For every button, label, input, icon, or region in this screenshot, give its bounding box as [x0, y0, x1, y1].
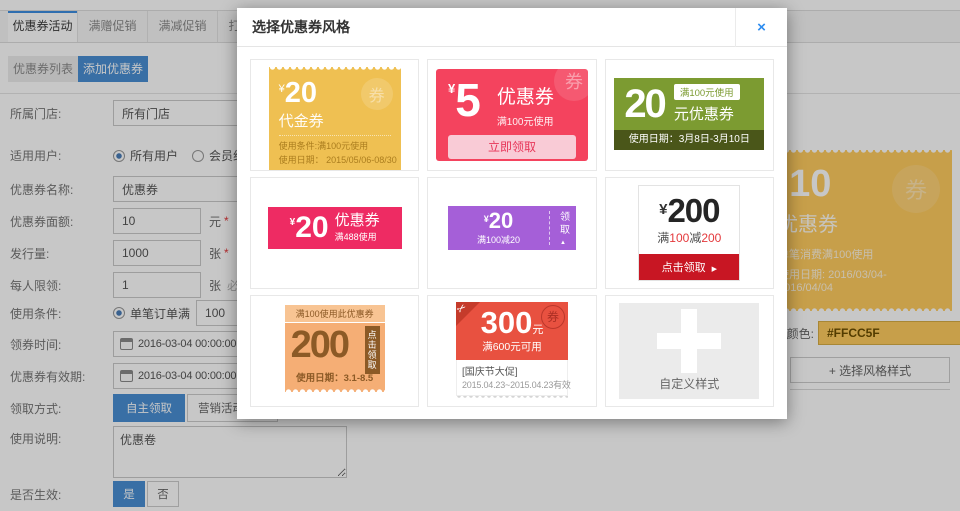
coupon-style-orange[interactable]: 满100使用此优惠券 200 点击领取 使用日期：3.1-8.5 — [250, 295, 419, 407]
pink-amount: 5 — [455, 79, 481, 128]
promo-tag: [国庆节大促] — [462, 363, 562, 378]
gold-condition: 使用条件:满100元使用 — [279, 140, 391, 154]
wavy-edge — [456, 396, 568, 400]
quan-badge-icon: 券 — [361, 78, 393, 110]
modal-title: 选择优惠券风格 — [237, 8, 787, 47]
click-claim-tag[interactable]: 点击领取 — [365, 326, 380, 374]
click-claim-button[interactable]: 点击领取▶ — [639, 254, 739, 280]
triangle-up-icon: ▲ — [560, 240, 566, 246]
claim-now-button[interactable]: 立即领取 — [448, 135, 576, 159]
coupon-style-purple[interactable]: ¥20 满100减20 领取 ▲ — [427, 177, 596, 289]
red300-amount: 300 — [481, 305, 533, 340]
modal-header: 选择优惠券风格 × — [237, 8, 787, 47]
pink-title: 优惠券 — [497, 82, 554, 109]
orange-date: 使用日期：3.1-8.5 — [285, 370, 385, 384]
currency-symbol: ¥ — [448, 81, 455, 128]
green-title: 元优惠券 — [674, 103, 740, 124]
rose-amount: 20 — [295, 213, 328, 243]
close-icon[interactable]: × — [735, 8, 787, 47]
triangle-right-icon: ▶ — [712, 266, 717, 273]
green-condition-badge: 满100元使用 — [674, 84, 740, 100]
claim-label: 领取 — [555, 211, 570, 237]
coupon-style-red300[interactable]: ✂ 券 300元 满600元可用 [国庆节大促] 2015.04.23~2015… — [427, 295, 596, 407]
rose-title: 优惠券 — [335, 213, 380, 230]
coupon-style-modal: 选择优惠券风格 × ¥20 代金券 使用条件:满100元使用 使用日期： 201… — [237, 8, 787, 419]
orange-amount: 200 — [291, 324, 348, 366]
coupon-style-grid: ¥20 代金券 使用条件:满100元使用 使用日期： 2015/05/06-08… — [237, 47, 787, 419]
coupon-style-gold[interactable]: ¥20 代金券 使用条件:满100元使用 使用日期： 2015/05/06-08… — [250, 59, 419, 171]
pink-condition: 满100元使用 — [497, 113, 554, 128]
perforated-edge — [285, 387, 385, 392]
custom-style-label: 自定义样式 — [619, 375, 759, 392]
coupon-style-white200[interactable]: ¥200 满100减200 点击领取▶ — [605, 177, 774, 289]
coupon-style-green[interactable]: 20 满100元使用 元优惠券 使用日期：3月8日-3月10日 — [605, 59, 774, 171]
red300-condition: 满600元可用 — [456, 339, 568, 354]
white200-amount: 200 — [667, 192, 719, 229]
rose-condition: 满488使用 — [335, 230, 380, 243]
green-date: 使用日期：3月8日-3月10日 — [614, 130, 764, 150]
validity-text: 2015.04.23~2015.04.23有效 — [462, 378, 562, 391]
app-window: 优惠券活动 满赠促销 满减促销 打折促销 优惠券列表 添加优惠券 所属门店: 适… — [0, 0, 960, 511]
coupon-style-rose[interactable]: ¥ 20 优惠券 满488使用 — [250, 177, 419, 289]
gold-title: 代金券 — [279, 110, 391, 136]
orange-condition: 满100使用此优惠券 — [285, 305, 385, 323]
coupon-style-pink[interactable]: 券 ¥ 5 优惠券 满100元使用 立即领取 — [427, 59, 596, 171]
white200-condition: 满100减200 — [639, 229, 739, 246]
purple-condition: 满100减20 — [477, 233, 520, 246]
purple-amount: 20 — [489, 208, 513, 233]
coupon-style-custom[interactable]: 自定义样式 — [605, 295, 774, 407]
green-amount: 20 — [624, 84, 665, 124]
plus-icon — [681, 309, 697, 373]
quan-badge-icon: 券 — [541, 305, 565, 329]
gold-date: 使用日期： 2015/05/06-08/30 — [279, 154, 391, 168]
red300-unit: 元 — [532, 324, 543, 336]
